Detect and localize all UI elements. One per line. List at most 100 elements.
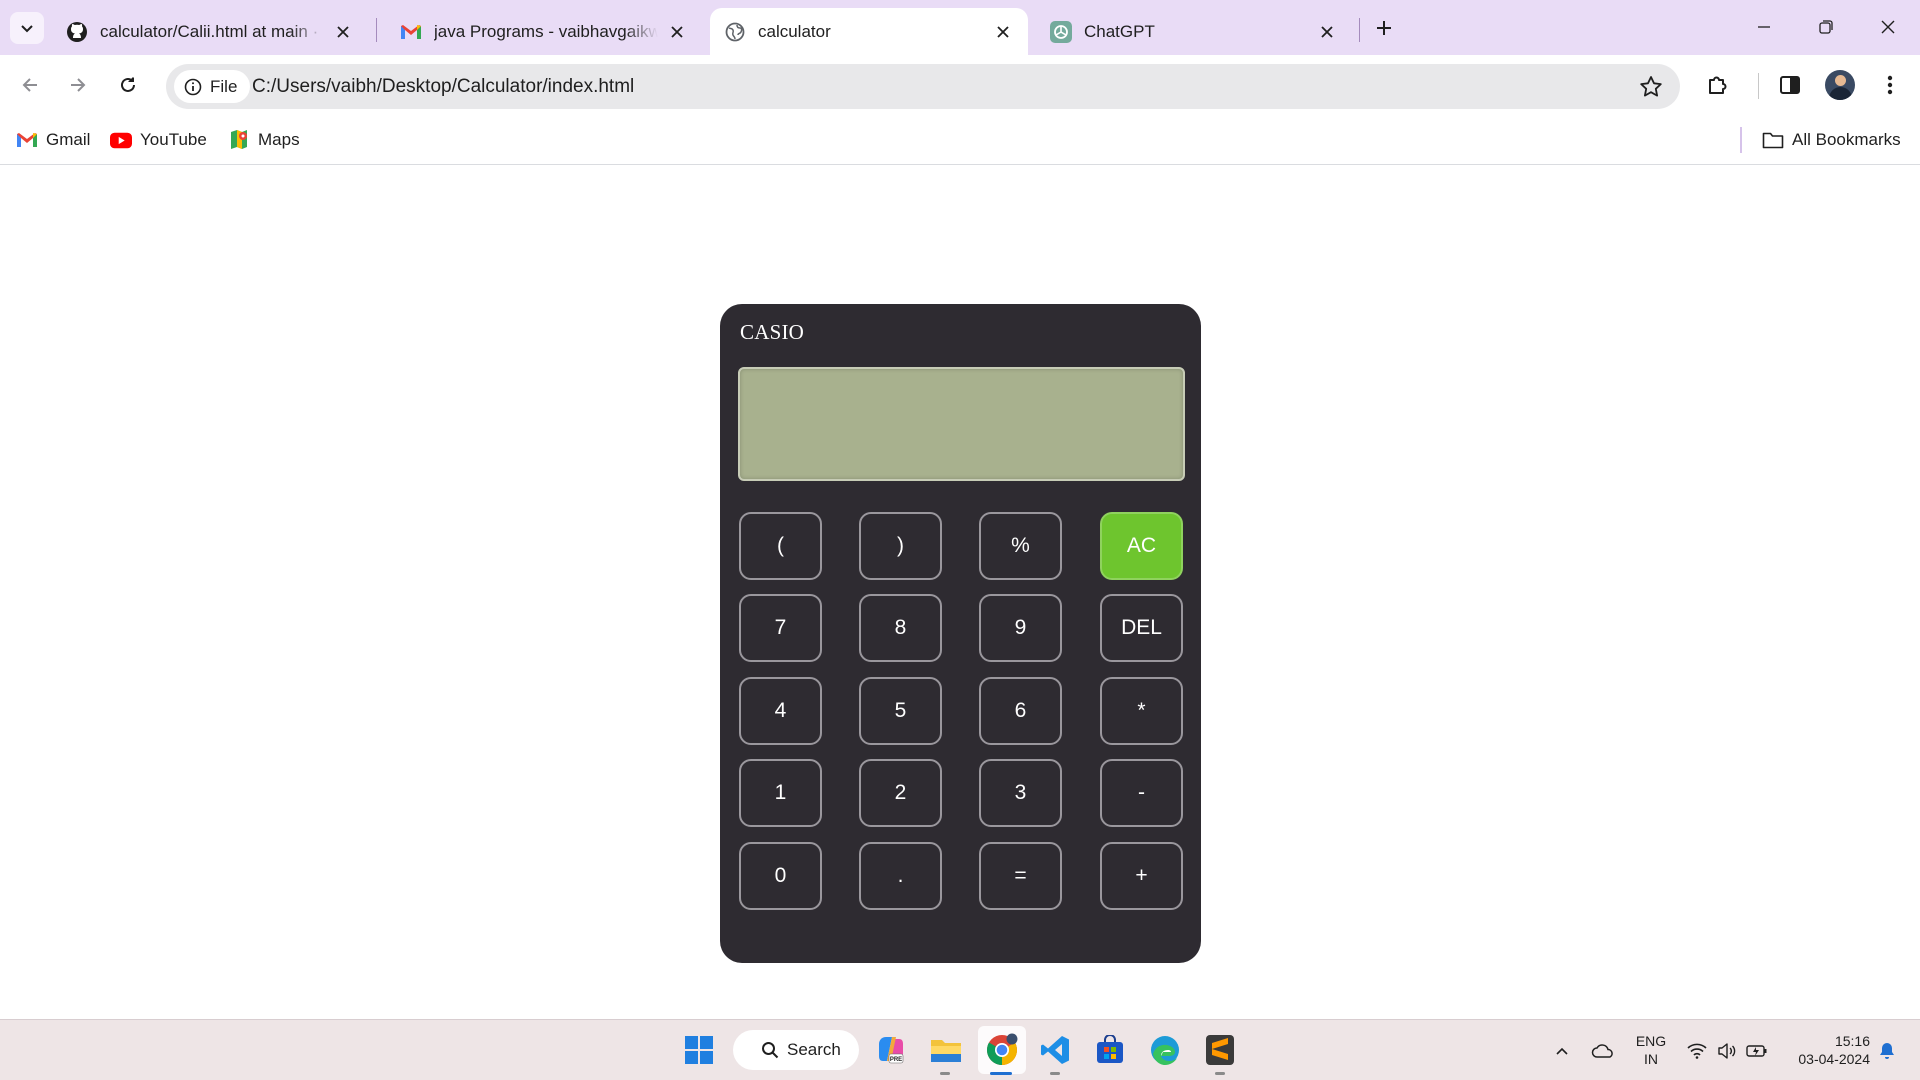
tab-chatgpt[interactable]: ChatGPT (1036, 8, 1352, 55)
bookmark-youtube[interactable]: YouTube (110, 125, 207, 155)
key-all-clear[interactable]: AC (1100, 512, 1183, 580)
bookmark-label: Maps (258, 130, 300, 149)
volume-status[interactable] (1714, 1020, 1740, 1080)
address-bar[interactable]: File C:/Users/vaibh/Desktop/Calculator/i… (166, 64, 1680, 109)
file-explorer-app[interactable] (928, 1032, 964, 1068)
clock-date: 03-04-2024 (1798, 1051, 1870, 1067)
chrome-app[interactable] (984, 1032, 1020, 1068)
key-4[interactable]: 4 (739, 677, 822, 745)
key-2[interactable]: 2 (859, 759, 942, 827)
key-open-paren[interactable]: ( (739, 512, 822, 580)
chevron-up-icon (1556, 1047, 1568, 1055)
tab-divider (376, 18, 377, 42)
windows-icon (685, 1036, 713, 1064)
key-0[interactable]: 0 (739, 842, 822, 910)
plus-icon (1377, 21, 1391, 35)
show-hidden-icons-button[interactable] (1550, 1020, 1574, 1080)
site-info-chip[interactable]: File (174, 70, 250, 103)
toolbar-divider (1758, 73, 1759, 99)
app-running-indicator (940, 1072, 950, 1075)
start-button[interactable] (681, 1032, 717, 1068)
tab-title: calculator/Calii.html at main · ra (100, 21, 324, 41)
key-subtract[interactable]: - (1100, 759, 1183, 827)
new-tab-button[interactable] (1368, 12, 1400, 44)
battery-charging-icon (1746, 1044, 1767, 1057)
tab-gmail[interactable]: java Programs - vaibhavgaikwad (386, 8, 702, 55)
bookmark-maps[interactable]: Maps (228, 125, 300, 155)
back-button[interactable] (10, 65, 50, 105)
taskbar-search[interactable]: Search (733, 1030, 859, 1070)
globe-icon (724, 21, 746, 43)
clock-time: 15:16 (1834, 1033, 1870, 1049)
key-3[interactable]: 3 (979, 759, 1062, 827)
tab-search-button[interactable] (10, 12, 44, 44)
edge-icon (1151, 1036, 1179, 1065)
restore-button[interactable] (1796, 8, 1856, 46)
edge-app[interactable] (1147, 1032, 1183, 1068)
system-clock[interactable]: 15:16 03-04-2024 (1780, 1032, 1870, 1068)
extensions-button[interactable] (1701, 68, 1735, 102)
arrow-right-icon (71, 78, 86, 92)
close-tab-icon[interactable] (332, 21, 354, 43)
key-delete[interactable]: DEL (1100, 594, 1183, 662)
tab-calculator[interactable]: calculator (710, 8, 1028, 55)
close-window-button[interactable] (1858, 8, 1918, 46)
reload-button[interactable] (108, 65, 148, 105)
browser-toolbar: File C:/Users/vaibh/Desktop/Calculator/i… (0, 55, 1920, 115)
calculator-brand: CASIO (740, 320, 805, 344)
store-app[interactable] (1092, 1032, 1128, 1068)
close-tab-icon[interactable] (1316, 21, 1338, 43)
app-running-indicator (1050, 1072, 1060, 1075)
onedrive-button[interactable] (1588, 1020, 1618, 1080)
key-add[interactable]: + (1100, 842, 1183, 910)
tab-github[interactable]: calculator/Calii.html at main · ra (52, 8, 368, 55)
notifications-button[interactable] (1874, 1020, 1900, 1080)
side-panel-button[interactable] (1773, 68, 1807, 102)
key-9[interactable]: 9 (979, 594, 1062, 662)
key-5[interactable]: 5 (859, 677, 942, 745)
url-text[interactable]: C:/Users/vaibh/Desktop/Calculator/index.… (252, 64, 634, 109)
chrome-icon (986, 1033, 1018, 1065)
close-tab-icon[interactable] (992, 21, 1014, 43)
chatgpt-icon (1050, 20, 1072, 43)
bookmark-star-icon[interactable] (1638, 74, 1664, 100)
all-bookmarks-button[interactable]: All Bookmarks (1762, 125, 1901, 155)
info-icon (184, 78, 202, 95)
arrow-left-icon (22, 78, 37, 92)
minimize-button[interactable] (1734, 8, 1794, 46)
menu-button[interactable] (1873, 68, 1907, 102)
avatar (1825, 70, 1855, 100)
key-decimal[interactable]: . (859, 842, 942, 910)
bookmark-label: YouTube (140, 130, 207, 149)
taskbar-search-label: Search (787, 1040, 841, 1059)
bookmark-gmail[interactable]: Gmail (16, 125, 90, 155)
tab-title: ChatGPT (1084, 21, 1155, 41)
bell-icon (1880, 1042, 1894, 1059)
search-icon (762, 1042, 779, 1059)
store-icon (1097, 1035, 1123, 1063)
wifi-status[interactable] (1684, 1020, 1710, 1080)
site-chip-label: File (210, 76, 238, 96)
side-panel-icon (1780, 76, 1800, 94)
key-1[interactable]: 1 (739, 759, 822, 827)
vscode-app[interactable] (1037, 1032, 1073, 1068)
key-close-paren[interactable]: ) (859, 512, 942, 580)
folder-icon (1762, 129, 1784, 151)
github-icon (66, 21, 88, 43)
battery-status[interactable] (1744, 1020, 1770, 1080)
sublime-app[interactable] (1202, 1032, 1238, 1068)
key-7[interactable]: 7 (739, 594, 822, 662)
profile-button[interactable] (1823, 68, 1857, 102)
key-multiply[interactable]: * (1100, 677, 1183, 745)
key-equals[interactable]: = (979, 842, 1062, 910)
gmail-icon (16, 129, 38, 151)
key-6[interactable]: 6 (979, 677, 1062, 745)
close-tab-icon[interactable] (666, 21, 688, 43)
key-8[interactable]: 8 (859, 594, 942, 662)
sublime-icon (1206, 1035, 1234, 1065)
copilot-app[interactable]: PRE (873, 1032, 909, 1068)
language-indicator[interactable]: ENG IN (1628, 1032, 1674, 1068)
forward-button[interactable] (58, 65, 98, 105)
key-percent[interactable]: % (979, 512, 1062, 580)
restore-icon (1819, 20, 1833, 34)
